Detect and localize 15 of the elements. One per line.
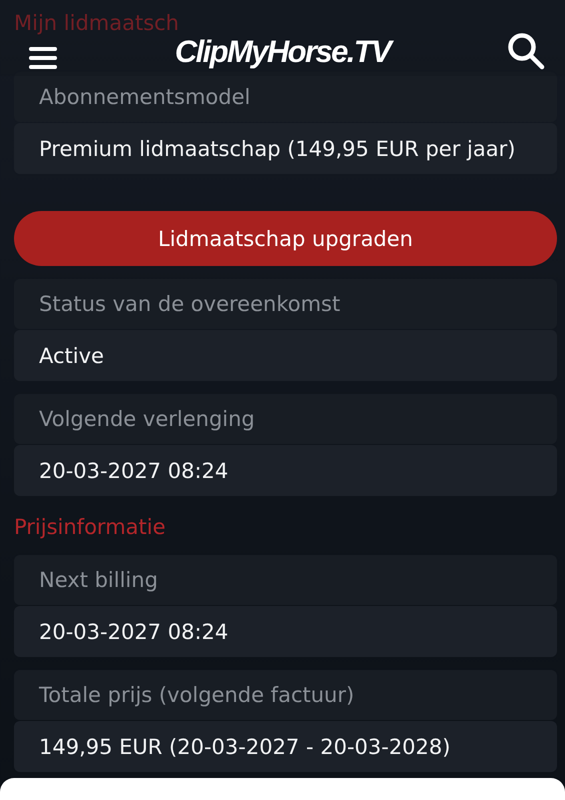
logo[interactable]: ClipMyHorse.TV (174, 34, 390, 70)
field-label: Next billing (14, 555, 557, 605)
section-heading: Mijn lidmaatsch (14, 10, 179, 37)
field-value: Premium lidmaatschap (149,95 EUR per jaar) (14, 123, 557, 174)
field-value: 149,95 EUR (20-03-2027 - 20-03-2028) (14, 721, 557, 772)
field-value: Active (14, 330, 557, 381)
search-icon[interactable] (507, 32, 545, 70)
field-label: Status van de overeenkomst (14, 279, 557, 329)
field-label: Totale prijs (volgende factuur) (14, 670, 557, 720)
upgrade-button[interactable]: Lidmaatschap upgraden (14, 211, 557, 266)
field-label: Volgende verlenging (14, 394, 557, 444)
menu-icon[interactable] (28, 46, 58, 70)
field-value: 20-03-2027 08:24 (14, 606, 557, 657)
section-heading: Prijsinformatie (14, 514, 166, 541)
field-value: 20-03-2027 08:24 (14, 445, 557, 496)
